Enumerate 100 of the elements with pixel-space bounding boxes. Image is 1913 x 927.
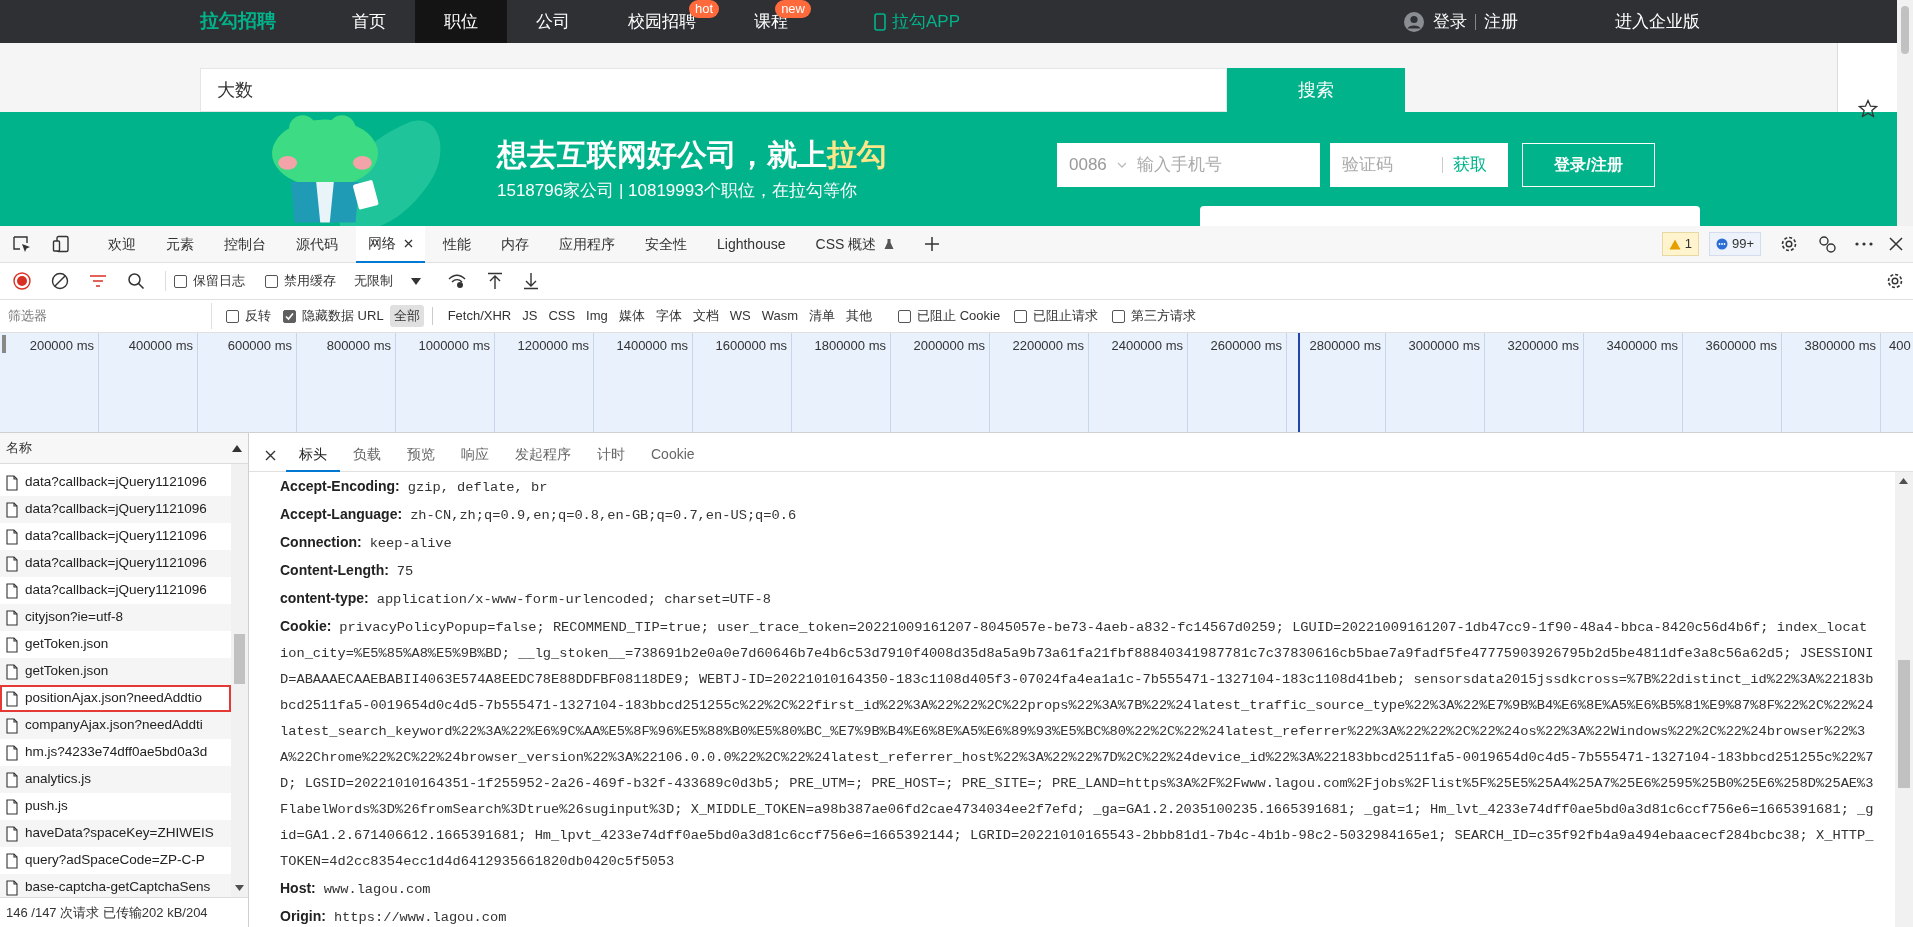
- search-icon[interactable]: [127, 272, 145, 290]
- filter-chip[interactable]: JS: [518, 305, 542, 327]
- filter-chip[interactable]: 其他: [842, 305, 877, 327]
- checkbox-label: 已阻止 Cookie: [917, 307, 1001, 326]
- plus-icon[interactable]: [924, 236, 941, 252]
- checkbox[interactable]: [1014, 309, 1028, 323]
- nav-link[interactable]: 公司: [507, 0, 599, 43]
- scroll-down-icon[interactable]: [235, 885, 245, 891]
- request-row[interactable]: getToken.json: [0, 658, 232, 685]
- close-icon[interactable]: [265, 449, 276, 461]
- tab[interactable]: 安全性: [633, 225, 699, 263]
- request-row[interactable]: companyAjax.json?needAddti: [0, 712, 232, 739]
- close-icon[interactable]: [404, 238, 413, 248]
- clear-icon[interactable]: [51, 272, 69, 290]
- tab[interactable]: CSS 概述: [803, 225, 907, 263]
- request-row[interactable]: analytics.js: [0, 766, 232, 793]
- header-row-text: Connection: keep-alive: [280, 533, 453, 553]
- nav-link[interactable]: 拉勾APP: [845, 0, 990, 43]
- timeline-tick: 600000 ms: [227, 337, 292, 355]
- timeline-handle[interactable]: [2, 335, 6, 353]
- timeline-tick: 3200000 ms: [1507, 337, 1579, 355]
- enterprise-link[interactable]: 进入企业版: [1615, 8, 1700, 35]
- settings-icon[interactable]: [1885, 271, 1905, 291]
- checkbox[interactable]: [226, 309, 239, 323]
- tab[interactable]: 响应: [448, 438, 502, 472]
- timeline-tick: 1000000 ms: [418, 337, 490, 355]
- nav-link[interactable]: 首页: [323, 0, 415, 43]
- filter-chip[interactable]: Img: [582, 305, 612, 327]
- filter-chip[interactable]: CSS: [544, 305, 580, 327]
- warning-badge[interactable]: 1: [1661, 232, 1699, 256]
- tab[interactable]: 元素: [154, 225, 206, 263]
- chat-icon: [1715, 238, 1728, 250]
- tab[interactable]: 欢迎: [96, 225, 148, 263]
- throttle-select[interactable]: 无限制: [348, 268, 427, 294]
- register-link[interactable]: 注册: [1484, 8, 1518, 35]
- checkbox[interactable]: [283, 309, 296, 323]
- filter-icon[interactable]: [89, 274, 107, 288]
- request-row[interactable]: haveData?spaceKey=ZHIWEIS: [0, 820, 232, 847]
- request-row[interactable]: positionAjax.json?needAddtio: [0, 685, 232, 712]
- tab[interactable]: 发起程序: [502, 438, 584, 472]
- network-conditions-icon[interactable]: [447, 273, 467, 289]
- device-icon[interactable]: [52, 235, 72, 253]
- filter-chip[interactable]: 清单: [805, 305, 840, 327]
- checkbox[interactable]: [1112, 309, 1126, 323]
- tab[interactable]: 网络: [356, 225, 425, 263]
- timeline-tick: 3000000 ms: [1408, 337, 1480, 355]
- search-field[interactable]: 大数: [200, 68, 1227, 112]
- tab[interactable]: 预览: [394, 438, 448, 472]
- nav-link[interactable]: 职位: [415, 0, 507, 43]
- tab[interactable]: 源代码: [284, 225, 350, 263]
- request-row[interactable]: data?callback=jQuery1121096: [0, 496, 232, 523]
- site-logo[interactable]: 拉勾招聘: [200, 7, 323, 36]
- close-icon[interactable]: [1889, 237, 1903, 251]
- download-icon[interactable]: [523, 272, 539, 290]
- checkbox-label: 反转: [245, 307, 271, 326]
- filter-chip[interactable]: 文档: [688, 305, 723, 327]
- timeline-tick: 400000 ms: [128, 337, 193, 355]
- login-link[interactable]: 登录: [1433, 8, 1467, 35]
- scrollbar-thumb[interactable]: [234, 634, 246, 684]
- request-row[interactable]: data?callback=jQuery1121096: [0, 550, 232, 577]
- tab[interactable]: 性能: [431, 225, 483, 263]
- tab[interactable]: 负载: [340, 438, 394, 472]
- checkbox[interactable]: [898, 309, 912, 323]
- scrollbar-thumb[interactable]: [1898, 660, 1910, 788]
- upload-icon[interactable]: [487, 272, 503, 290]
- message-badge[interactable]: 99+: [1708, 232, 1761, 256]
- file-icon: [6, 609, 18, 626]
- status-text: 146 /147 次请求 已传输202 kB/204: [0, 897, 248, 927]
- filter-chip[interactable]: Wasm: [757, 305, 803, 327]
- tab[interactable]: Cookie: [638, 438, 708, 472]
- settings-icon[interactable]: [1779, 234, 1799, 254]
- tab[interactable]: 计时: [584, 438, 638, 472]
- tab[interactable]: 标头: [286, 438, 340, 472]
- checkbox-label: 禁用缓存: [284, 272, 336, 291]
- scrollbar-thumb[interactable]: [1901, 6, 1909, 54]
- checkbox[interactable]: [174, 274, 187, 288]
- star-icon[interactable]: [1858, 99, 1878, 119]
- filter-chip[interactable]: 字体: [651, 305, 686, 327]
- filter-field[interactable]: 筛选器: [0, 303, 212, 329]
- file-icon: [6, 744, 18, 761]
- tab[interactable]: 控制台: [212, 225, 278, 263]
- filter-chip[interactable]: 全部: [389, 305, 424, 327]
- request-row[interactable]: base-captcha-getCaptchaSens: [0, 874, 232, 897]
- file-icon: [6, 825, 18, 842]
- checkbox[interactable]: [265, 274, 278, 288]
- timeline-tick: 2800000 ms: [1309, 337, 1381, 355]
- column-header[interactable]: 名称: [6, 438, 32, 458]
- scroll-up-icon[interactable]: [1899, 478, 1908, 484]
- file-icon: [6, 771, 18, 788]
- header-row-text: Origin: https://www.lagou.com: [280, 907, 508, 927]
- more-icon[interactable]: [1855, 242, 1873, 246]
- tab[interactable]: 应用程序: [547, 225, 627, 263]
- record-icon[interactable]: [13, 272, 31, 290]
- filter-chip[interactable]: 媒体: [614, 305, 649, 327]
- tab[interactable]: Lighthouse: [705, 225, 798, 263]
- filter-chip[interactable]: Fetch/XHR: [443, 305, 516, 327]
- inspect-icon[interactable]: [12, 235, 32, 253]
- filter-chip[interactable]: WS: [725, 305, 755, 327]
- request-row[interactable]: cityjson?ie=utf-8: [0, 604, 232, 631]
- tab[interactable]: 内存: [489, 225, 541, 263]
